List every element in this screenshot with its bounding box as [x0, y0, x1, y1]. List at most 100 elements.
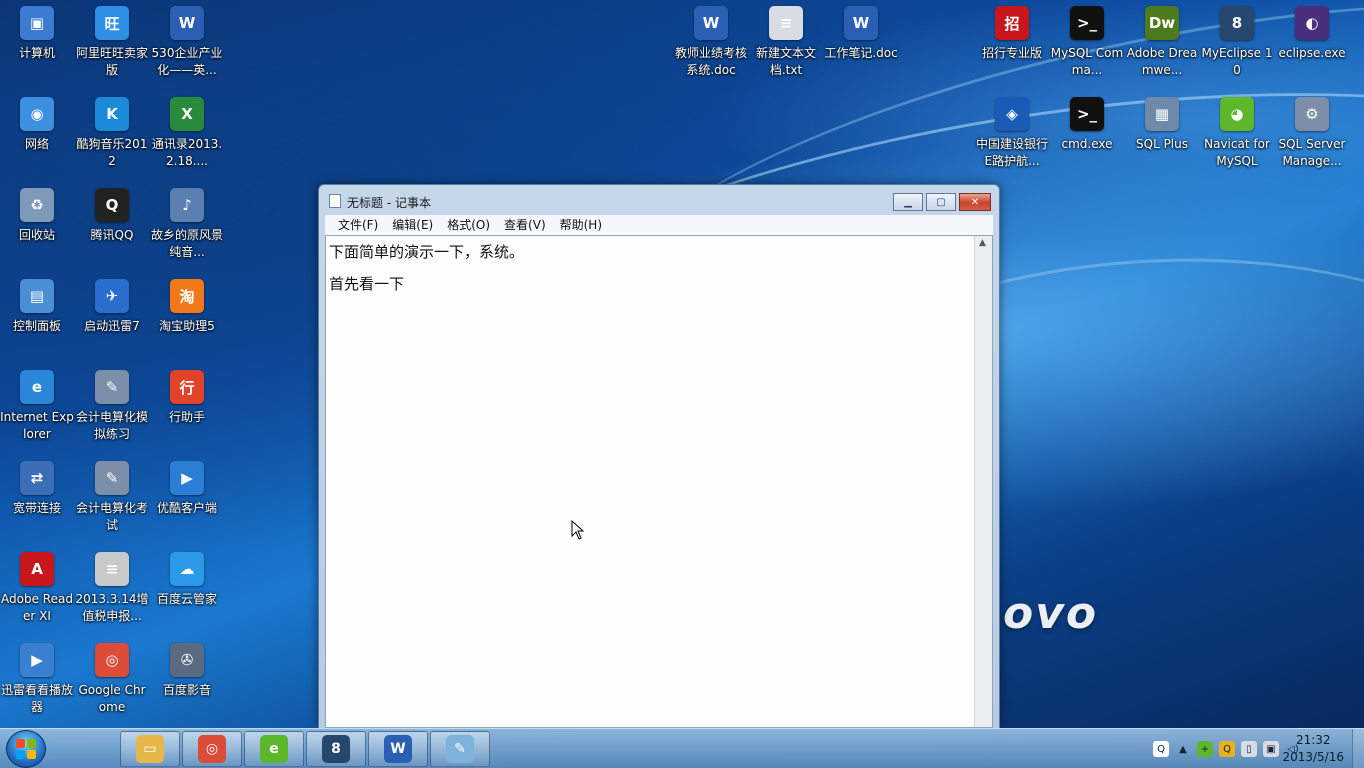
editor-content[interactable]: 下面简单的演示一下，系统。 首先看一下	[329, 236, 970, 727]
menu-bar: 文件(F) 编辑(E) 格式(O) 查看(V) 帮助(H)	[325, 215, 993, 235]
desktop-icon-mp3[interactable]: ♪ 故乡的原风景 纯音...	[150, 188, 224, 261]
mp3-icon: ♪	[170, 188, 204, 222]
close-button[interactable]: ✕	[959, 193, 991, 211]
desktop-icon-label: Adobe Reader XI	[1, 592, 73, 623]
clock[interactable]: 21:32 2013/5/16	[1282, 732, 1344, 766]
desktop-icon-word-doc[interactable]: W 工作笔记.doc	[824, 6, 898, 62]
mouse-cursor-icon	[571, 520, 585, 540]
clock-date: 2013/5/16	[1282, 750, 1344, 764]
menu-view[interactable]: 查看(V)	[497, 215, 553, 235]
notepad-window[interactable]: 无标题 - 记事本 ▁ ▢ ✕ 文件(F) 编辑(E) 格式(O) 查看(V) …	[318, 184, 1000, 729]
desktop-icon-label: 优酷客户端	[156, 501, 217, 515]
desktop-icon-label: 百度影音	[162, 683, 211, 697]
desktop-icon-myeclipse[interactable]: 8 MyEclipse 10	[1200, 6, 1274, 79]
wallpaper-logo: ovo	[1003, 588, 1099, 639]
desktop-icon-label: 会计电算化考试	[75, 501, 148, 532]
broadband-icon: ⇄	[20, 461, 54, 495]
xunlei-player-icon: ▶	[20, 643, 54, 677]
start-button[interactable]	[6, 730, 46, 768]
desktop-icon-xunlei[interactable]: ✈ 启动迅雷7	[75, 279, 149, 335]
desktop-icon-recycle-bin[interactable]: ♻ 回收站	[0, 188, 74, 244]
desktop-icon-label: cmd.exe	[1061, 137, 1113, 151]
menu-file[interactable]: 文件(F)	[331, 215, 385, 235]
desktop-icon-network[interactable]: ◉ 网络	[0, 97, 74, 153]
show-hidden-icons-icon[interactable]: ▲	[1175, 741, 1191, 757]
taskbar-button-notepad[interactable]: ✎	[430, 731, 490, 767]
desktop-icon-baidu-player[interactable]: ✇ 百度影音	[150, 643, 224, 699]
desktop-icon-label: 计算机	[18, 46, 55, 60]
menu-help[interactable]: 帮助(H)	[553, 215, 609, 235]
taskbar-button-word[interactable]: W	[368, 731, 428, 767]
input-method-icon[interactable]: Q	[1153, 741, 1169, 757]
desktop-icon-label: 宽带连接	[12, 501, 61, 515]
desktop-icon-navicat[interactable]: ◕ Navicat for MySQL	[1200, 97, 1274, 170]
desktop-icon-label: 会计电算化模拟练习	[75, 410, 148, 441]
window-titlebar[interactable]: 无标题 - 记事本 ▁ ▢ ✕	[319, 185, 999, 215]
desktop-icon-youku[interactable]: ▶ 优酷客户端	[150, 461, 224, 517]
scroll-up-icon[interactable]: ▲	[979, 238, 986, 248]
desktop-icon-qq[interactable]: Q 腾讯QQ	[75, 188, 149, 244]
desktop-icon-label: 中国建设银行E路护航...	[975, 137, 1048, 168]
desktop-icon-taobao[interactable]: 淘淘宝助理5	[150, 279, 224, 335]
cmd-icon: >_	[1070, 97, 1104, 131]
desktop-icon-label: 阿里旺旺卖家版	[75, 46, 148, 77]
desktop-icon-mysql-console[interactable]: >_ MySQL Comma...	[1050, 6, 1124, 79]
myeclipse-icon: 8	[1220, 6, 1254, 40]
show-desktop-button[interactable]	[1352, 729, 1364, 768]
desktop-icon-cmd[interactable]: >_ cmd.exe	[1050, 97, 1124, 153]
windows-logo-icon	[16, 739, 36, 759]
desktop-icon-xing-helper[interactable]: 行行助手	[150, 370, 224, 426]
desktop-icon-accounting-practice[interactable]: ✎ 会计电算化模拟练习	[75, 370, 149, 443]
desktop-icon-cmb[interactable]: 招招行专业版	[975, 6, 1049, 62]
desktop-icon-label: 2013.3.14增值税申报...	[75, 592, 149, 623]
desktop-icon-ie[interactable]: e Internet Explorer	[0, 370, 74, 443]
desktop-icon-adobe-reader[interactable]: A Adobe Reader XI	[0, 552, 74, 625]
desktop-icon-document[interactable]: ≡ 2013.3.14增值税申报...	[75, 552, 149, 625]
desktop-icon-sqlplus[interactable]: ▦ SQL Plus	[1125, 97, 1199, 153]
excel-doc-icon: X	[170, 97, 204, 131]
menu-format[interactable]: 格式(O)	[440, 215, 497, 235]
desktop-icon-computer[interactable]: ▣ 计算机	[0, 6, 74, 62]
navicat-icon: ◕	[1220, 97, 1254, 131]
desktop-icon-ccb[interactable]: ◈ 中国建设银行E路护航...	[975, 97, 1049, 170]
taskbar: ▭ ◎ e 8 W ✎ Q ▲ + Q ▯ ▣ ◁) 21:32 2013/5/16	[0, 728, 1364, 768]
desktop-icon-xunlei-player[interactable]: ▶ 迅雷看看播放器	[0, 643, 74, 716]
myeclipse-icon: 8	[322, 735, 350, 763]
taskbar-button-explorer[interactable]: ▭	[120, 731, 180, 767]
menu-edit[interactable]: 编辑(E)	[385, 215, 440, 235]
text-editor[interactable]: 下面简单的演示一下，系统。 首先看一下 ▲	[325, 235, 993, 728]
desktop-icon-chrome[interactable]: ◎ Google Chrome	[75, 643, 149, 716]
desktop-icon-text-file[interactable]: ≡ 新建文本文档.txt	[749, 6, 823, 79]
desktop-icon-label: Google Chrome	[78, 683, 146, 714]
chrome-icon: ◎	[198, 735, 226, 763]
qq-icon: Q	[95, 188, 129, 222]
word-doc-icon: W	[694, 6, 728, 40]
desktop-icon-accounting-exam[interactable]: ✎ 会计电算化考试	[75, 461, 149, 534]
text-file-icon: ≡	[769, 6, 803, 40]
maximize-button[interactable]: ▢	[926, 193, 956, 211]
desktop-icon-control-panel[interactable]: ▤ 控制面板	[0, 279, 74, 335]
usb-icon[interactable]: ▯	[1241, 741, 1257, 757]
taskbar-button-chrome[interactable]: ◎	[182, 731, 242, 767]
desktop-icon-excel-doc[interactable]: X 通讯录2013.2.18....	[150, 97, 224, 170]
vertical-scrollbar[interactable]: ▲	[974, 236, 992, 727]
qq-tray-icon[interactable]: Q	[1219, 741, 1235, 757]
desktop-icon-kugou[interactable]: K 酷狗音乐2012	[75, 97, 149, 170]
desktop-icon-label: Internet Explorer	[0, 410, 74, 441]
notepad-icon: ✎	[446, 735, 474, 763]
taskbar-button-myeclipse[interactable]: 8	[306, 731, 366, 767]
network-tray-icon[interactable]: ▣	[1263, 741, 1279, 757]
desktop-icon-dreamweaver[interactable]: Dw Adobe Dreamwe...	[1125, 6, 1199, 79]
desktop-icon-eclipse[interactable]: ◐ eclipse.exe	[1275, 6, 1349, 62]
desktop-icon-word-doc[interactable]: W 530企业产业化——英...	[150, 6, 224, 79]
desktop-icon-label: 控制面板	[12, 319, 61, 333]
taskbar-button-360[interactable]: e	[244, 731, 304, 767]
desktop-icon-broadband[interactable]: ⇄ 宽带连接	[0, 461, 74, 517]
desktop-icon-sqlserver[interactable]: ⚙ SQL Server Manage...	[1275, 97, 1349, 170]
minimize-button[interactable]: ▁	[893, 193, 923, 211]
desktop-icon-aliwangwang[interactable]: 旺阿里旺旺卖家版	[75, 6, 149, 79]
360-guard-icon[interactable]: +	[1197, 741, 1213, 757]
desktop-icon-baidu-cloud[interactable]: ☁ 百度云管家	[150, 552, 224, 608]
system-tray: Q ▲ + Q ▯ ▣ ◁)	[1150, 729, 1304, 768]
desktop-icon-word-doc[interactable]: W 教师业绩考核系统.doc	[674, 6, 748, 79]
